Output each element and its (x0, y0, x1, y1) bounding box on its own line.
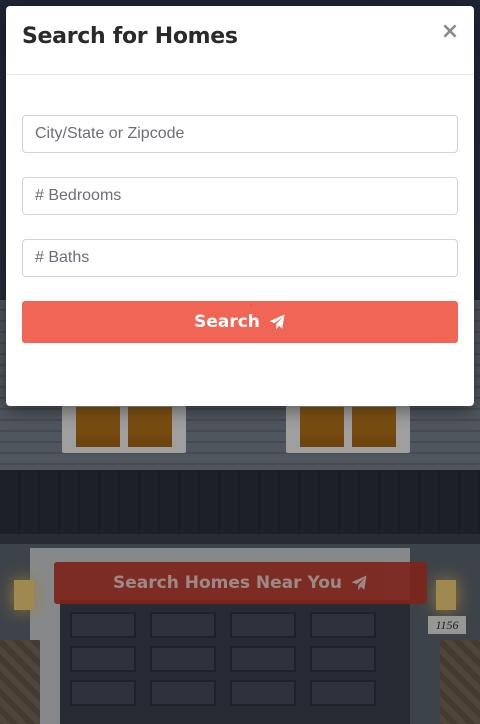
search-button[interactable]: Search (22, 301, 458, 343)
search-homes-modal: Search for Homes × Search (6, 6, 474, 406)
modal-title: Search for Homes (22, 24, 238, 49)
search-button-label: Search (194, 312, 260, 332)
modal-header: Search for Homes × (6, 6, 474, 75)
close-button[interactable]: × (440, 21, 460, 43)
location-input[interactable] (22, 115, 458, 153)
bedrooms-input[interactable] (22, 177, 458, 215)
paper-plane-icon (269, 314, 285, 330)
baths-input[interactable] (22, 239, 458, 277)
